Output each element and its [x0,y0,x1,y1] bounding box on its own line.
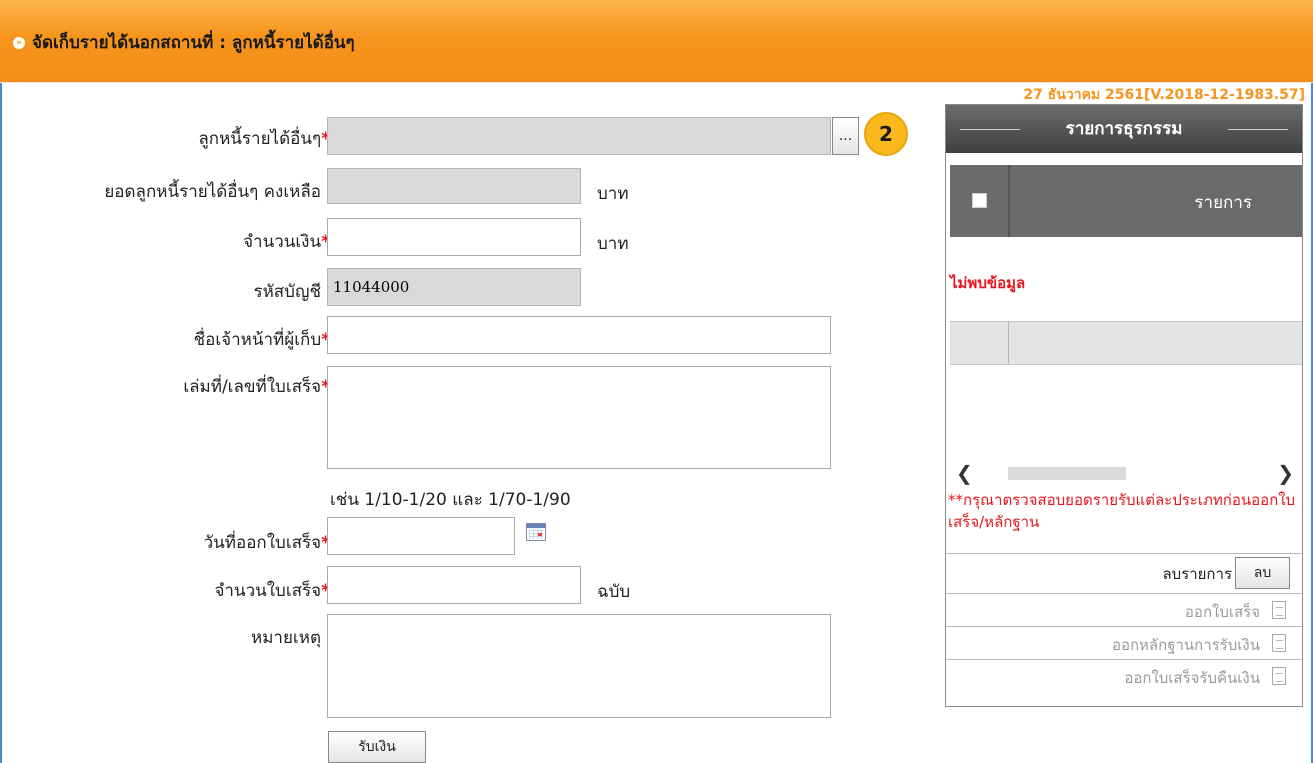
step-badge: 2 [864,112,908,156]
receipt-number-textarea[interactable] [327,366,831,469]
transaction-panel: รายการธุรกรรม รายการ ไม่พบข้อมูล ❮ ❯ **ก… [945,104,1303,707]
browse-debtor-button[interactable]: ... [832,117,859,155]
receive-payment-button[interactable]: รับเงิน [328,731,426,763]
delete-label: ลบรายการ [1162,565,1232,583]
delete-button[interactable]: ลบ [1235,557,1290,589]
arrow-circle-icon: » [13,37,25,49]
receipt-count-unit: ฉบับ [597,582,631,602]
page-title: จัดเก็บรายได้นอกสถานที่ : ลูกหนี้รายได้อ… [32,33,355,53]
issue-receipt-row[interactable]: ออกใบเสร็จ [946,593,1302,626]
issue-date-label: วันที่ออกใบเสร็จ* [203,533,330,553]
page-header: » จัดเก็บรายได้นอกสถานที่ : ลูกหนี้รายได… [0,0,1313,83]
transaction-panel-title: รายการธุรกรรม [1065,119,1183,139]
scroll-left-icon[interactable]: ❮ [956,461,973,485]
balance-field [327,168,581,204]
receipt-count-label: จำนวนใบเสร็จ* [214,581,330,601]
note-label: หมายเหตุ [251,628,321,648]
select-all-checkbox[interactable] [972,193,987,208]
transaction-panel-header: รายการธุรกรรม [946,105,1302,153]
version-label: 27 ธันวาคม 2561[V.2018-12-1983.57] [1023,87,1305,103]
horizontal-scrollbar[interactable]: ❮ ❯ [950,461,1302,485]
amount-input[interactable] [327,218,581,256]
collector-label: ชื่อเจ้าหน้าที่ผู้เก็บ* [193,330,330,350]
document-icon[interactable] [1272,601,1286,619]
debtor-label: ลูกหนี้รายได้อื่นๆ* [198,129,330,149]
issue-refund-label[interactable]: ออกใบเสร็จรับคืนเงิน [1124,666,1260,690]
document-icon[interactable] [1272,667,1286,685]
receipt-number-hint: เช่น 1/10-1/20 และ 1/70-1/90 [330,490,571,510]
collector-input[interactable] [327,316,831,354]
debtor-field[interactable] [327,117,831,155]
amount-unit: บาท [597,234,629,254]
receipt-number-label: เล่มที่/เลขที่ใบเสร็จ* [183,377,330,397]
note-textarea[interactable] [327,614,831,718]
receipt-count-input[interactable] [327,566,581,604]
issue-date-input[interactable] [327,517,515,555]
delete-row: ลบรายการ ลบ [946,553,1302,593]
issue-refund-row[interactable]: ออกใบเสร็จรับคืนเงิน [946,659,1302,692]
issue-receipt-label[interactable]: ออกใบเสร็จ [1185,600,1260,624]
account-code-field [327,268,581,306]
transaction-table-header: รายการ [950,165,1302,237]
no-data-message: ไม่พบข้อมูล [950,274,1026,292]
balance-unit: บาท [597,184,629,204]
document-icon[interactable] [1272,634,1286,652]
scroll-right-icon[interactable]: ❯ [1277,461,1294,485]
amount-label: จำนวนเงิน* [243,232,330,252]
issue-evidence-label[interactable]: ออกหลักฐานการรับเงิน [1112,633,1260,657]
scrollbar-thumb[interactable] [1008,467,1126,480]
column-item-header: รายการ [1194,193,1252,213]
calendar-icon[interactable] [526,523,546,541]
balance-label: ยอดลูกหนี้รายได้อื่นๆ คงเหลือ [104,182,321,202]
warning-message: **กรุณาตรวจสอบยอดรายรับแต่ละประเภทก่อนออ… [948,491,1296,531]
table-footer-row [950,321,1302,365]
issue-evidence-row[interactable]: ออกหลักฐานการรับเงิน [946,626,1302,659]
account-code-label: รหัสบัญชี [253,282,321,302]
